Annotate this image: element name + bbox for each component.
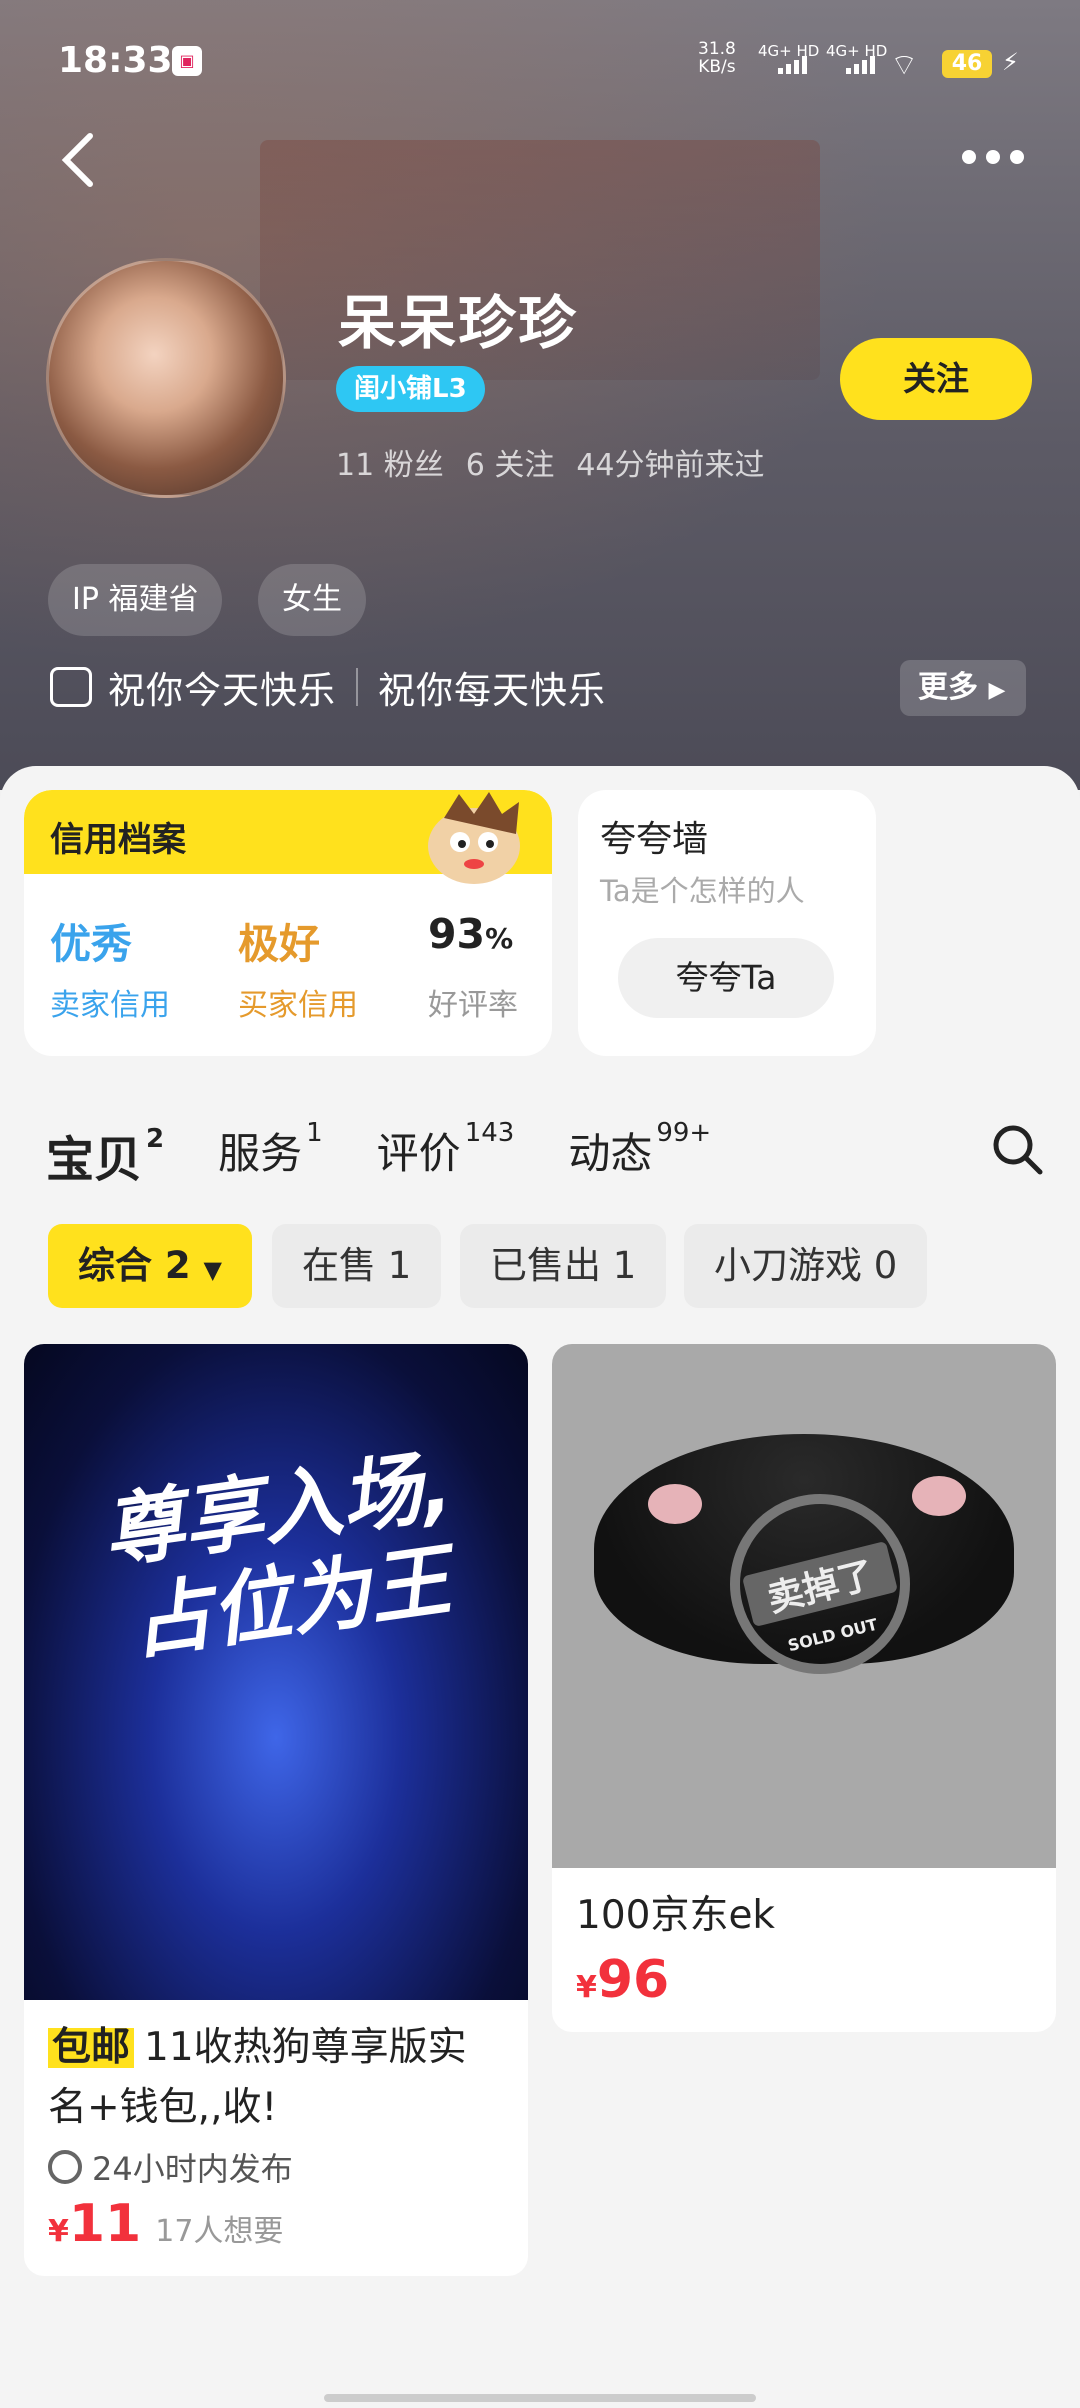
product-title-1: 包邮 11收热狗尊享版实名+钱包,,收! [24,2000,528,2138]
product-card-2[interactable]: 卖掉了 SOLD OUT 100京东ek ¥ 96 [552,1344,1056,2032]
more-intro-button[interactable]: 更多 ▶ [900,660,1026,716]
sold-out-stamp-sub: SOLD OUT [785,1614,880,1656]
intro-text-1: 祝你今天快乐 [108,669,336,712]
praise-button[interactable]: 夸夸Ta [618,938,834,1018]
gender-tag: 女生 [258,564,366,636]
tab-services[interactable]: 服务 1 [218,1118,323,1181]
praise-wall-subtitle: Ta是个怎样的人 [600,874,805,908]
product-price-2: ¥ 96 [552,1946,1056,2032]
seller-credit-value: 优秀 [50,920,132,968]
back-button[interactable] [58,130,98,190]
product-image-1: 尊享入场,占位为王 [24,1344,528,2000]
publish-time-text: 24小时内发布 [92,2150,293,2188]
clock-icon [48,2150,82,2184]
good-rate-value: 93% [428,910,513,958]
avatar[interactable] [46,258,286,498]
product-image-2: 卖掉了 SOLD OUT [552,1344,1056,1868]
status-bar: 18:33 ▣ 31.8 KB/s 4G+ HD 4G+ HD ⌔ 46 ⚡ [0,0,1080,120]
more-options-button[interactable] [962,150,1024,164]
bow-right [912,1476,966,1516]
speed-unit: KB/s [698,57,736,77]
store-icon [50,667,92,707]
praise-wall-title: 夸夸墙 [600,819,709,860]
play-arrow-icon: ▶ [988,678,1006,703]
app-notification-icon: ▣ [172,46,202,76]
intro-text-2: 祝你每天快乐 [378,669,606,712]
user-stats: 11 粉丝 6 关注 44分钟前来过 [336,440,765,484]
tab-items-label: 宝贝 [46,1132,143,1188]
status-time: 18:33 [58,40,173,81]
home-indicator[interactable] [324,2394,756,2402]
price-value: 11 [68,2194,142,2254]
bow-left [648,1484,702,1524]
tab-services-label: 服务 [218,1129,303,1178]
content-tabs: 宝贝 2 服务 1 评价 143 动态 99+ [46,1118,765,1190]
intro-divider [356,668,358,706]
tab-services-count: 1 [306,1118,323,1148]
tab-items[interactable]: 宝贝 2 [46,1120,164,1190]
currency-symbol: ¥ [48,2214,69,2249]
filter-all-label: 综合 2 [78,1244,191,1287]
signal-1-icon [778,56,807,74]
tab-items-count: 2 [146,1124,165,1154]
product-title-2: 100京东ek [576,1893,776,1938]
tab-reviews-count: 143 [464,1118,515,1148]
seller-credit-label: 卖家信用 [50,988,170,1023]
filter-all[interactable]: 综合 2 ▼ [48,1224,252,1308]
price-value: 96 [596,1950,670,2010]
signal-2-icon [846,56,875,74]
buyer-credit-label: 买家信用 [238,988,358,1023]
profile-intro: 祝你今天快乐 祝你每天快乐 [50,660,606,714]
currency-symbol: ¥ [576,1970,597,2005]
fans-count[interactable]: 11 粉丝 [336,440,444,484]
network-speed: 31.8 KB/s [698,40,736,76]
filter-sold[interactable]: 已售出 1 [460,1224,667,1308]
product-price-1: ¥ 11 17人想要 [24,2190,528,2276]
buyer-credit-value: 极好 [238,920,320,968]
last-seen: 44分钟前来过 [576,448,765,483]
battery-icon: 46 [942,50,992,78]
tab-activity[interactable]: 动态 99+ [568,1118,712,1181]
level-badge[interactable]: 闺小铺L3 [336,366,485,412]
wifi-icon: ⌔ [890,48,919,83]
credit-profile-card[interactable]: 信用档案 优秀 卖家信用 极好 买家信用 93% 好评率 [24,790,552,1056]
follow-button[interactable]: 关注 [840,338,1032,420]
publish-time: 24小时内发布 [48,2144,504,2190]
rate-number: 93 [428,910,486,958]
mascot-icon [428,792,520,884]
user-name: 呆呆珍珍 [338,289,579,357]
filter-bargain-game[interactable]: 小刀游戏 0 [684,1224,928,1308]
speed-value: 31.8 [698,39,736,59]
product-banner-text: 尊享入场,占位为王 [97,1438,458,1671]
dropdown-arrow-icon: ▼ [203,1256,222,1284]
rate-unit: % [485,922,514,955]
tab-reviews-label: 评价 [376,1129,461,1178]
product-card-1[interactable]: 尊享入场,占位为王 包邮 11收热狗尊享版实名+钱包,,收! 24小时内发布 ¥ … [24,1344,528,2276]
want-count: 17人想要 [155,2214,284,2249]
following-count[interactable]: 6 关注 [466,440,555,484]
more-label: 更多 [918,670,978,705]
search-icon[interactable] [990,1122,1044,1176]
filter-on-sale[interactable]: 在售 1 [272,1224,442,1308]
good-rate-label: 好评率 [428,988,518,1023]
back-arrow-icon [61,133,93,187]
tab-reviews[interactable]: 评价 143 [376,1118,515,1181]
tab-activity-label: 动态 [568,1129,653,1178]
charging-icon: ⚡ [1002,48,1019,76]
praise-wall-card[interactable]: 夸夸墙 Ta是个怎样的人 夸夸Ta [578,790,876,1056]
ip-location-tag: IP 福建省 [48,564,223,636]
tab-activity-count: 99+ [656,1118,712,1148]
free-shipping-tag: 包邮 [48,2028,135,2068]
